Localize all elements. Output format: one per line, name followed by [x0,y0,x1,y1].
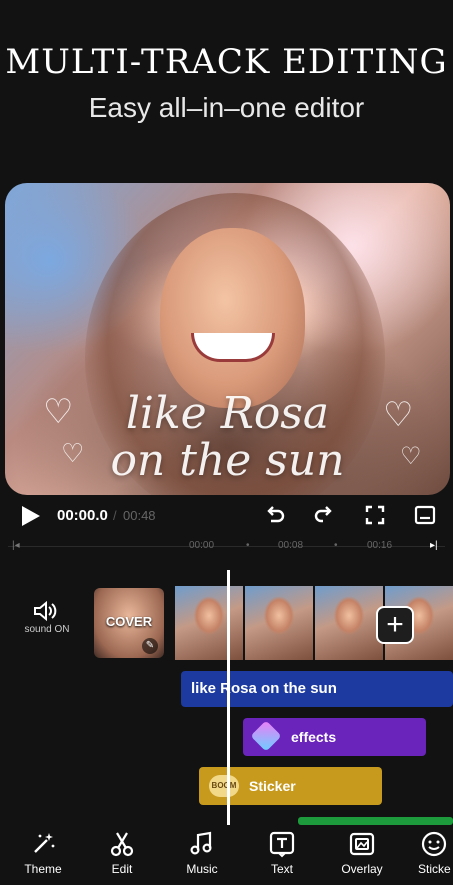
speaker-icon [34,600,57,622]
tool-text[interactable]: Text [252,830,312,876]
caption-line-1: like Rosa [125,388,330,439]
tool-label: Edit [111,862,133,876]
sticker-icon [421,831,447,857]
effects-label: effects [291,729,337,745]
export-button[interactable] [412,502,438,528]
tool-sticker[interactable]: Sticke [412,830,453,876]
skip-start-icon[interactable]: |◂ [12,540,20,551]
video-frame [175,586,243,660]
overlay-icon [349,832,375,856]
tool-label: Text [270,862,293,876]
add-clip-button[interactable]: + [376,606,414,644]
total-time: 00:48 [123,508,156,523]
tool-label: Music [186,862,218,876]
undo-button[interactable] [262,502,288,528]
play-button[interactable] [22,506,40,526]
magic-wand-icon [34,833,55,853]
effects-icon [250,720,282,752]
cover-label: COVER [105,614,153,629]
edit-pen-icon[interactable]: ✎ [142,638,158,654]
cover-thumbnail[interactable]: COVER ✎ [94,588,164,658]
ruler-mark: 00:08 [278,540,304,551]
sticker-label: Sticker [249,778,296,794]
ruler-dot: • [246,540,250,551]
text-track[interactable]: like Rosa on the sun [181,671,453,707]
ruler-mark: 00:00 [189,540,215,551]
video-frame [315,586,383,660]
audio-track[interactable] [298,817,453,825]
music-note-icon [190,831,212,855]
ruler-mark: 00:16 [367,540,393,551]
ruler-dot: • [334,540,338,551]
tool-label: Theme [24,862,62,876]
redo-icon [314,506,332,523]
tool-label: Overlay [341,862,383,876]
tool-music[interactable]: Music [172,830,232,876]
fullscreen-button[interactable] [362,502,388,528]
headline: MULTI-TRACK EDITING [5,42,448,82]
tool-theme[interactable]: Theme [13,830,73,876]
undo-icon [267,506,285,523]
sticker-thumbnail: BOOM [209,775,239,797]
screen-icon [414,505,436,525]
text-icon [269,831,295,858]
video-preview[interactable]: ♡ ♡ ♡ ♡ like Rosa on the sun [5,183,450,495]
sound-label: sound ON [24,624,70,635]
preview-face [160,228,305,408]
tool-overlay[interactable]: Overlay [332,830,392,876]
current-time: 00:00.0 [57,507,108,524]
skip-end-icon[interactable]: ▸| [430,540,438,551]
sound-toggle[interactable] [20,600,70,627]
effects-track[interactable]: effects [243,718,426,756]
video-frame [245,586,313,660]
time-separator: / [113,508,117,523]
caption-line-2: on the sun [110,435,345,486]
tool-edit[interactable]: Edit [92,830,152,876]
tool-label: Sticke [418,862,451,876]
redo-button[interactable] [311,502,337,528]
playhead[interactable] [227,570,230,825]
subheadline: Easy all–in–one editor [88,92,365,123]
fullscreen-icon [365,505,385,525]
scissors-icon [110,832,134,857]
